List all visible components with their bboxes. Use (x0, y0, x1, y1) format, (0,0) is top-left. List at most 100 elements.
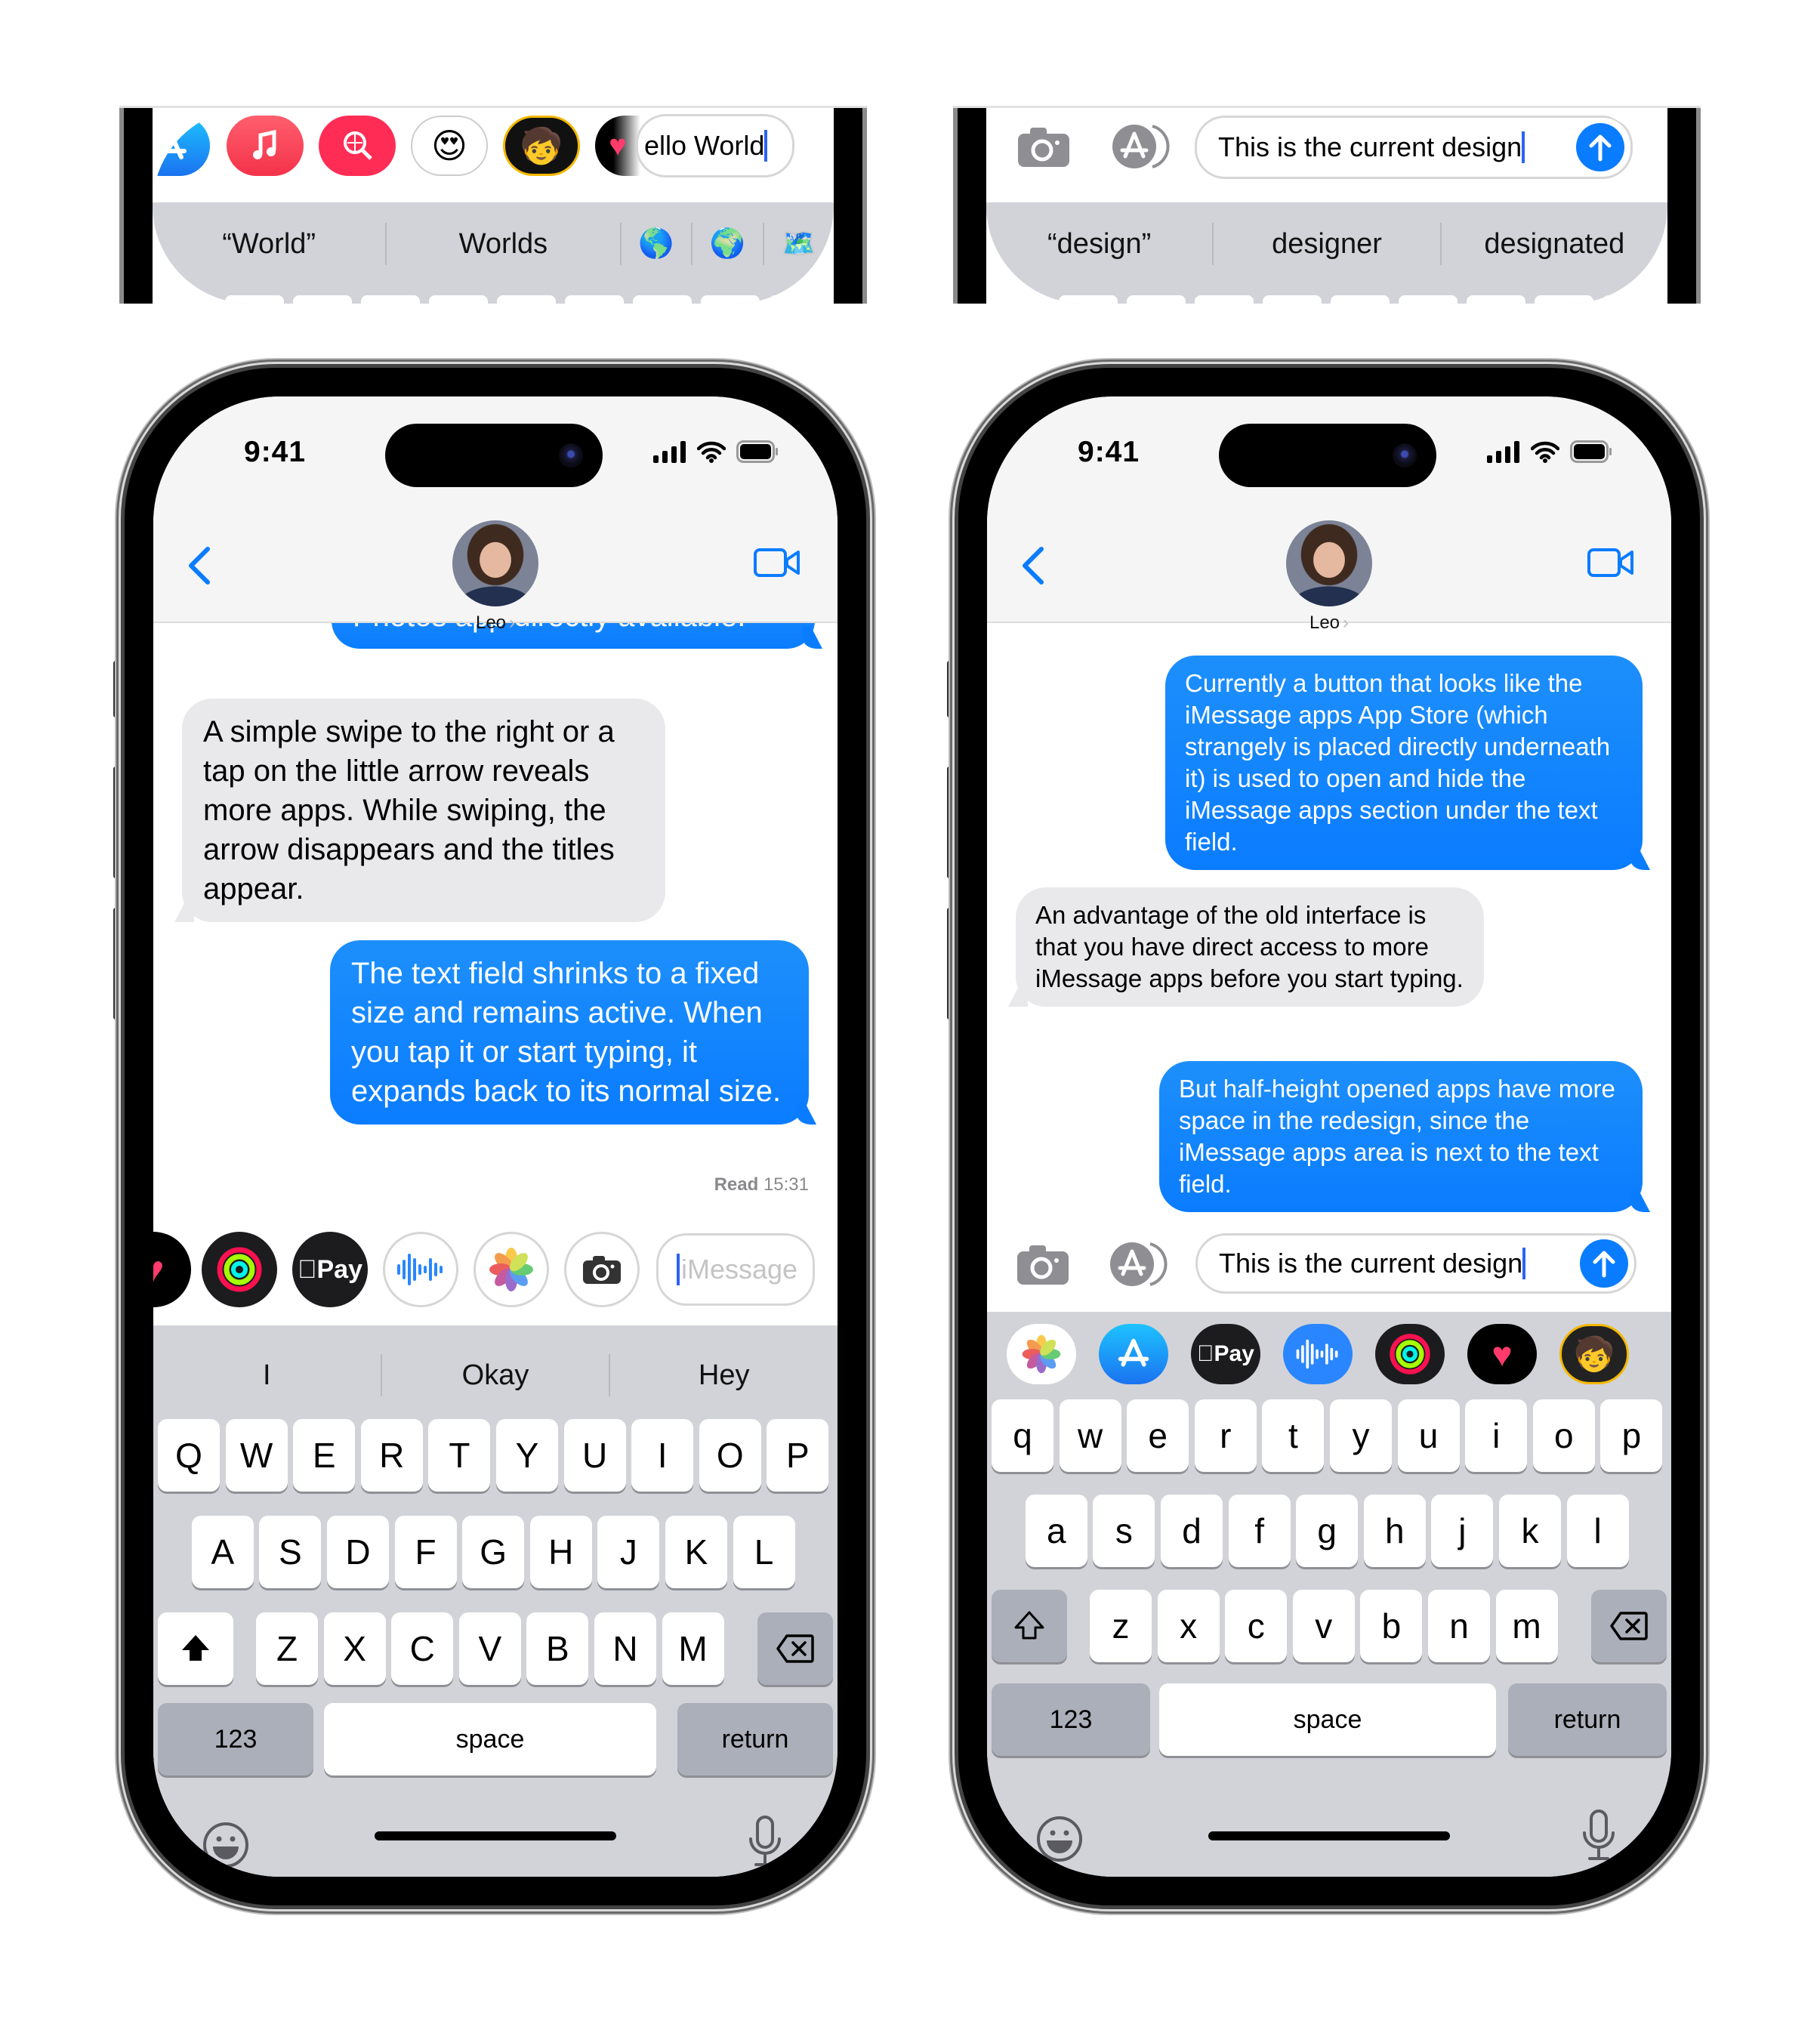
key-q[interactable]: Q (158, 1419, 220, 1492)
memoji-camera-icon[interactable]: 🧒 (1559, 1324, 1629, 1384)
key-q[interactable]: q (992, 1399, 1053, 1472)
key-c[interactable]: c (1225, 1590, 1288, 1662)
delete-key[interactable] (757, 1612, 833, 1685)
suggestion[interactable]: Worlds (387, 228, 619, 261)
key-c[interactable]: C (391, 1612, 454, 1685)
numbers-key[interactable]: 123 (992, 1683, 1150, 1756)
key-m[interactable]: M (662, 1612, 724, 1685)
contact-name[interactable]: Leo › (153, 612, 838, 634)
key-m[interactable]: m (1495, 1590, 1558, 1662)
apple-pay-icon[interactable]: Pay (1191, 1324, 1260, 1384)
key-v[interactable]: v (1292, 1590, 1355, 1662)
apps-toggle-icon[interactable] (1106, 123, 1174, 174)
key-a[interactable]: a (1025, 1495, 1087, 1567)
photos-icon[interactable] (1007, 1324, 1076, 1384)
key-x[interactable]: X (323, 1612, 386, 1685)
message-input[interactable]: This is the current design (1195, 1233, 1636, 1294)
key-n[interactable]: n (1428, 1590, 1490, 1662)
key-t[interactable]: T (428, 1419, 491, 1492)
key-f[interactable]: F (394, 1516, 457, 1588)
digital-touch-icon[interactable]: ♥ (1467, 1324, 1537, 1384)
key-r[interactable]: R (360, 1419, 423, 1492)
key-s[interactable]: s (1093, 1495, 1155, 1567)
key-r[interactable]: r (1194, 1399, 1257, 1472)
key-x[interactable]: x (1157, 1590, 1220, 1662)
contact-avatar[interactable] (1286, 520, 1372, 606)
memoji-stickers-icon[interactable]: 😍 (411, 116, 488, 176)
contact-avatar[interactable] (452, 520, 538, 606)
key-l[interactable]: l (1566, 1495, 1629, 1567)
space-key[interactable]: space (1159, 1683, 1496, 1756)
suggestion[interactable]: “World” (153, 228, 385, 261)
digital-touch-icon[interactable]: ♥ (153, 1232, 191, 1307)
send-button[interactable] (1576, 123, 1624, 171)
emoji-suggestion-world-map[interactable]: 🗺️ (764, 227, 834, 261)
key-k[interactable]: k (1499, 1495, 1561, 1567)
key-a[interactable]: A (191, 1516, 254, 1588)
delete-key[interactable] (1591, 1590, 1667, 1662)
camera-icon[interactable] (564, 1232, 640, 1307)
key-t[interactable]: t (1262, 1399, 1325, 1472)
app-store-icon[interactable] (153, 116, 210, 176)
key-y[interactable]: y (1330, 1399, 1392, 1472)
contact-name[interactable]: Leo › (987, 612, 1671, 634)
suggestion[interactable]: Okay (382, 1359, 609, 1392)
suggestion[interactable]: “design” (986, 228, 1212, 261)
back-chevron-icon[interactable] (1016, 543, 1053, 588)
key-i[interactable]: i (1465, 1399, 1528, 1472)
key-h[interactable]: h (1363, 1495, 1426, 1567)
key-j[interactable]: j (1431, 1495, 1494, 1567)
key-d[interactable]: D (327, 1516, 389, 1588)
key-l[interactable]: L (733, 1516, 795, 1588)
key-w[interactable]: w (1059, 1399, 1121, 1472)
apple-pay-icon[interactable]: Pay (292, 1232, 368, 1307)
key-w[interactable]: W (225, 1419, 288, 1492)
activity-icon[interactable] (1375, 1324, 1445, 1384)
shift-key[interactable] (158, 1612, 233, 1685)
facetime-video-icon[interactable] (753, 546, 801, 579)
emoji-suggestion-globe-americas[interactable]: 🌎 (622, 227, 691, 261)
key-f[interactable]: f (1228, 1495, 1291, 1567)
return-key[interactable]: return (1508, 1683, 1667, 1756)
audio-message-icon[interactable] (383, 1232, 458, 1307)
facetime-video-icon[interactable] (1587, 546, 1635, 579)
memoji-camera-icon[interactable]: 🧒 (503, 116, 580, 176)
digital-touch-icon[interactable]: ♥ (595, 116, 640, 176)
image-search-icon[interactable] (319, 116, 396, 176)
key-e[interactable]: E (293, 1419, 356, 1492)
audio-message-icon[interactable] (1283, 1324, 1353, 1384)
message-input[interactable]: ello World (636, 114, 794, 177)
camera-icon[interactable] (1016, 1242, 1070, 1290)
key-e[interactable]: e (1127, 1399, 1189, 1472)
key-k[interactable]: K (665, 1516, 727, 1588)
key-i[interactable]: I (631, 1419, 694, 1492)
key-d[interactable]: d (1161, 1495, 1223, 1567)
suggestion[interactable]: designated (1442, 228, 1667, 261)
key-y[interactable]: Y (496, 1419, 558, 1492)
back-chevron-icon[interactable] (182, 543, 220, 588)
apps-toggle-icon[interactable] (1103, 1241, 1171, 1291)
key-u[interactable]: u (1397, 1399, 1460, 1472)
key-p[interactable]: p (1600, 1399, 1663, 1472)
microphone-icon[interactable] (747, 1815, 783, 1869)
message-input[interactable]: iMessage (656, 1233, 815, 1306)
emoji-icon[interactable] (202, 1821, 250, 1869)
key-v[interactable]: V (458, 1612, 521, 1685)
suggestion[interactable]: I (153, 1359, 381, 1392)
emoji-icon[interactable] (1035, 1815, 1084, 1863)
photos-icon[interactable] (474, 1232, 549, 1307)
key-z[interactable]: z (1090, 1590, 1152, 1662)
key-p[interactable]: P (767, 1419, 829, 1492)
suggestion[interactable]: designer (1214, 228, 1439, 261)
key-b[interactable]: b (1360, 1590, 1423, 1662)
key-h[interactable]: H (529, 1516, 592, 1588)
shift-key[interactable] (992, 1590, 1067, 1662)
suggestion[interactable]: Hey (610, 1359, 838, 1392)
numbers-key[interactable]: 123 (158, 1703, 313, 1776)
message-input[interactable]: This is the current design (1195, 116, 1633, 179)
key-o[interactable]: O (699, 1419, 761, 1492)
app-store-icon[interactable] (1099, 1324, 1168, 1384)
key-n[interactable]: N (594, 1612, 656, 1685)
microphone-icon[interactable] (1581, 1809, 1617, 1863)
key-z[interactable]: Z (256, 1612, 318, 1685)
